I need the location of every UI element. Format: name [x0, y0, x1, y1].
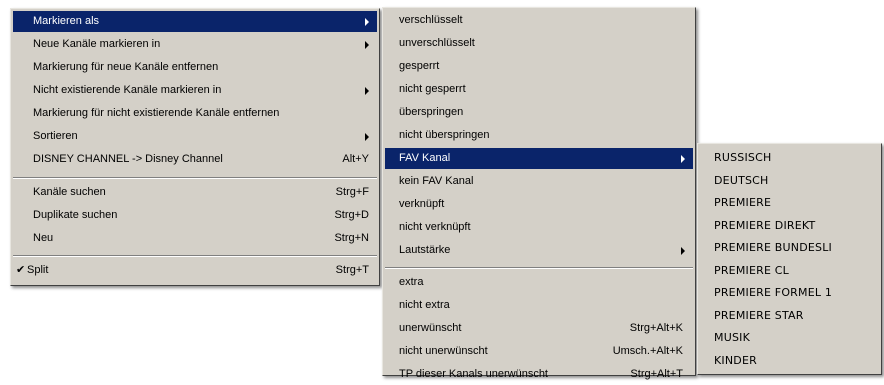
menu-item-fav-premiere-formel-1[interactable]: PREMIERE FORMEL 1: [700, 282, 879, 303]
menu-item-duplikate-suchen[interactable]: Duplikate suchen Strg+D: [13, 205, 377, 226]
menu-item-label: extra: [399, 276, 424, 288]
menu-item-neu[interactable]: Neu Strg+N: [13, 228, 377, 249]
menu-item-label: überspringen: [399, 106, 464, 118]
menu-item-label: Markierung für neue Kanäle entfernen: [33, 61, 219, 73]
menu-item-label: PREMIERE STAR: [714, 309, 804, 322]
menu-item-label: Neu: [33, 232, 54, 244]
menu-item-markieren-als[interactable]: Markieren als: [13, 11, 377, 32]
submenu-arrow-icon: [681, 247, 685, 255]
submenu-fav-kanal: RUSSISCH DEUTSCH PREMIERE PREMIERE DIREK…: [697, 143, 882, 375]
menu-item-split[interactable]: ✔ Split Strg+T: [13, 260, 377, 281]
menu-separator: [13, 255, 377, 257]
menu-item-markierung-nicht-existierende-entfernen[interactable]: Markierung für nicht existierende Kanäle…: [13, 103, 377, 124]
menu-item-label: Markieren als: [33, 15, 100, 27]
submenu-arrow-icon: [365, 41, 369, 49]
menu-item-shortcut: Strg+Alt+T: [630, 368, 683, 380]
menu-item-label: RUSSISCH: [714, 151, 772, 164]
menu-item-label: Markierung für nicht existierende Kanäle…: [33, 107, 280, 119]
menu-item-label: Split: [27, 264, 49, 276]
checkmark-icon: ✔: [16, 264, 26, 276]
menu-item-label: nicht verknüpft: [399, 221, 471, 233]
menu-item-fav-premiere-star[interactable]: PREMIERE STAR: [700, 305, 879, 326]
menu-item-shortcut: Strg+D: [334, 209, 369, 221]
menu-item-label: DISNEY CHANNEL -> Disney Channel: [33, 153, 223, 165]
menu-item-fav-kinder[interactable]: KINDER: [700, 350, 879, 371]
menu-item-fav-kanal[interactable]: FAV Kanal: [385, 148, 693, 169]
menu-item-unverschluesselt[interactable]: unverschlüsselt: [385, 33, 693, 54]
menu-item-verknuepft[interactable]: verknüpft: [385, 194, 693, 215]
menu-item-label: nicht unerwünscht: [399, 345, 488, 357]
menu-item-label: verschlüsselt: [399, 14, 463, 26]
menu-item-nicht-verknuepft[interactable]: nicht verknüpft: [385, 217, 693, 238]
menu-item-shortcut: Strg+T: [335, 264, 369, 276]
menu-item-fav-deutsch[interactable]: DEUTSCH: [700, 170, 879, 191]
menu-item-label: PREMIERE DIREKT: [714, 219, 816, 232]
menu-item-label: kein FAV Kanal: [399, 175, 474, 187]
menu-item-label: MUSIK: [714, 331, 750, 344]
menu-item-label: DEUTSCH: [714, 174, 769, 187]
menu-item-nicht-unerwuenscht[interactable]: nicht unerwünscht Umsch.+Alt+K: [385, 341, 693, 362]
menu-item-label: FAV Kanal: [399, 152, 451, 164]
menu-item-label: verknüpft: [399, 198, 445, 210]
menu-item-shortcut: Strg+F: [335, 186, 369, 198]
menu-item-label: PREMIERE CL: [714, 264, 790, 277]
menu-item-nicht-ueberspringen[interactable]: nicht überspringen: [385, 125, 693, 146]
menu-separator: [13, 177, 377, 179]
menu-separator: [385, 267, 693, 269]
menu-item-extra[interactable]: extra: [385, 272, 693, 293]
menu-item-label: TP dieser Kanals unerwünscht: [399, 368, 548, 380]
menu-item-label: Lautstärke: [399, 244, 451, 256]
menu-item-neue-kanaele-markieren[interactable]: Neue Kanäle markieren in: [13, 34, 377, 55]
menu-item-fav-premiere[interactable]: PREMIERE: [700, 192, 879, 213]
menu-item-label: nicht gesperrt: [399, 83, 466, 95]
submenu-markieren-als: verschlüsselt unverschlüsselt gesperrt n…: [382, 7, 696, 380]
menu-item-gesperrt[interactable]: gesperrt: [385, 56, 693, 77]
menu-item-fav-premiere-cl[interactable]: PREMIERE CL: [700, 260, 879, 281]
menu-item-label: Duplikate suchen: [33, 209, 118, 221]
menu-item-label: Kanäle suchen: [33, 186, 106, 198]
menu-item-sortieren[interactable]: Sortieren: [13, 126, 377, 147]
menu-item-markierung-neue-entfernen[interactable]: Markierung für neue Kanäle entfernen: [13, 57, 377, 78]
menu-item-label: PREMIERE BUNDESLI: [714, 241, 833, 254]
menu-item-label: nicht überspringen: [399, 129, 490, 141]
menu-item-label: Nicht existierende Kanäle markieren in: [33, 84, 222, 96]
menu-item-nicht-gesperrt[interactable]: nicht gesperrt: [385, 79, 693, 100]
menu-item-label: Neue Kanäle markieren in: [33, 38, 161, 50]
menu-item-fav-russisch[interactable]: RUSSISCH: [700, 147, 879, 168]
menu-item-shortcut: Alt+Y: [342, 153, 369, 165]
menu-item-fav-premiere-direkt[interactable]: PREMIERE DIREKT: [700, 215, 879, 236]
menu-item-ueberspringen[interactable]: überspringen: [385, 102, 693, 123]
menu-item-label: unerwünscht: [399, 322, 462, 334]
menu-item-label: KINDER: [714, 354, 757, 367]
menu-item-fav-premiere-bundesli[interactable]: PREMIERE BUNDESLI: [700, 237, 879, 258]
menu-item-verschluesselt[interactable]: verschlüsselt: [385, 10, 693, 31]
menu-item-label: gesperrt: [399, 60, 440, 72]
menu-item-shortcut: Umsch.+Alt+K: [612, 345, 683, 357]
menu-item-nicht-existierende-markieren[interactable]: Nicht existierende Kanäle markieren in: [13, 80, 377, 101]
menu-item-label: PREMIERE FORMEL 1: [714, 286, 833, 299]
menu-item-shortcut: Strg+N: [334, 232, 369, 244]
menu-item-kanaele-suchen[interactable]: Kanäle suchen Strg+F: [13, 182, 377, 203]
menu-item-label: nicht extra: [399, 299, 450, 311]
menu-item-shortcut: Strg+Alt+K: [629, 322, 683, 334]
menu-item-unerwuenscht[interactable]: unerwünscht Strg+Alt+K: [385, 318, 693, 339]
menu-item-kein-fav-kanal[interactable]: kein FAV Kanal: [385, 171, 693, 192]
menu-item-fav-musik[interactable]: MUSIK: [700, 327, 879, 348]
submenu-arrow-icon: [365, 18, 369, 26]
menu-item-tp-unerwuenscht[interactable]: TP dieser Kanals unerwünscht Strg+Alt+T: [385, 364, 693, 385]
context-menu-main: Markieren als Neue Kanäle markieren in M…: [10, 8, 380, 286]
submenu-arrow-icon: [365, 133, 369, 141]
menu-item-lautstaerke[interactable]: Lautstärke: [385, 240, 693, 261]
submenu-arrow-icon: [365, 87, 369, 95]
submenu-arrow-icon: [681, 155, 685, 163]
menu-item-label: Sortieren: [33, 130, 78, 142]
menu-item-disney-channel[interactable]: DISNEY CHANNEL -> Disney Channel Alt+Y: [13, 149, 377, 170]
menu-item-label: unverschlüsselt: [399, 37, 475, 49]
menu-item-nicht-extra[interactable]: nicht extra: [385, 295, 693, 316]
menu-item-label: PREMIERE: [714, 196, 772, 209]
